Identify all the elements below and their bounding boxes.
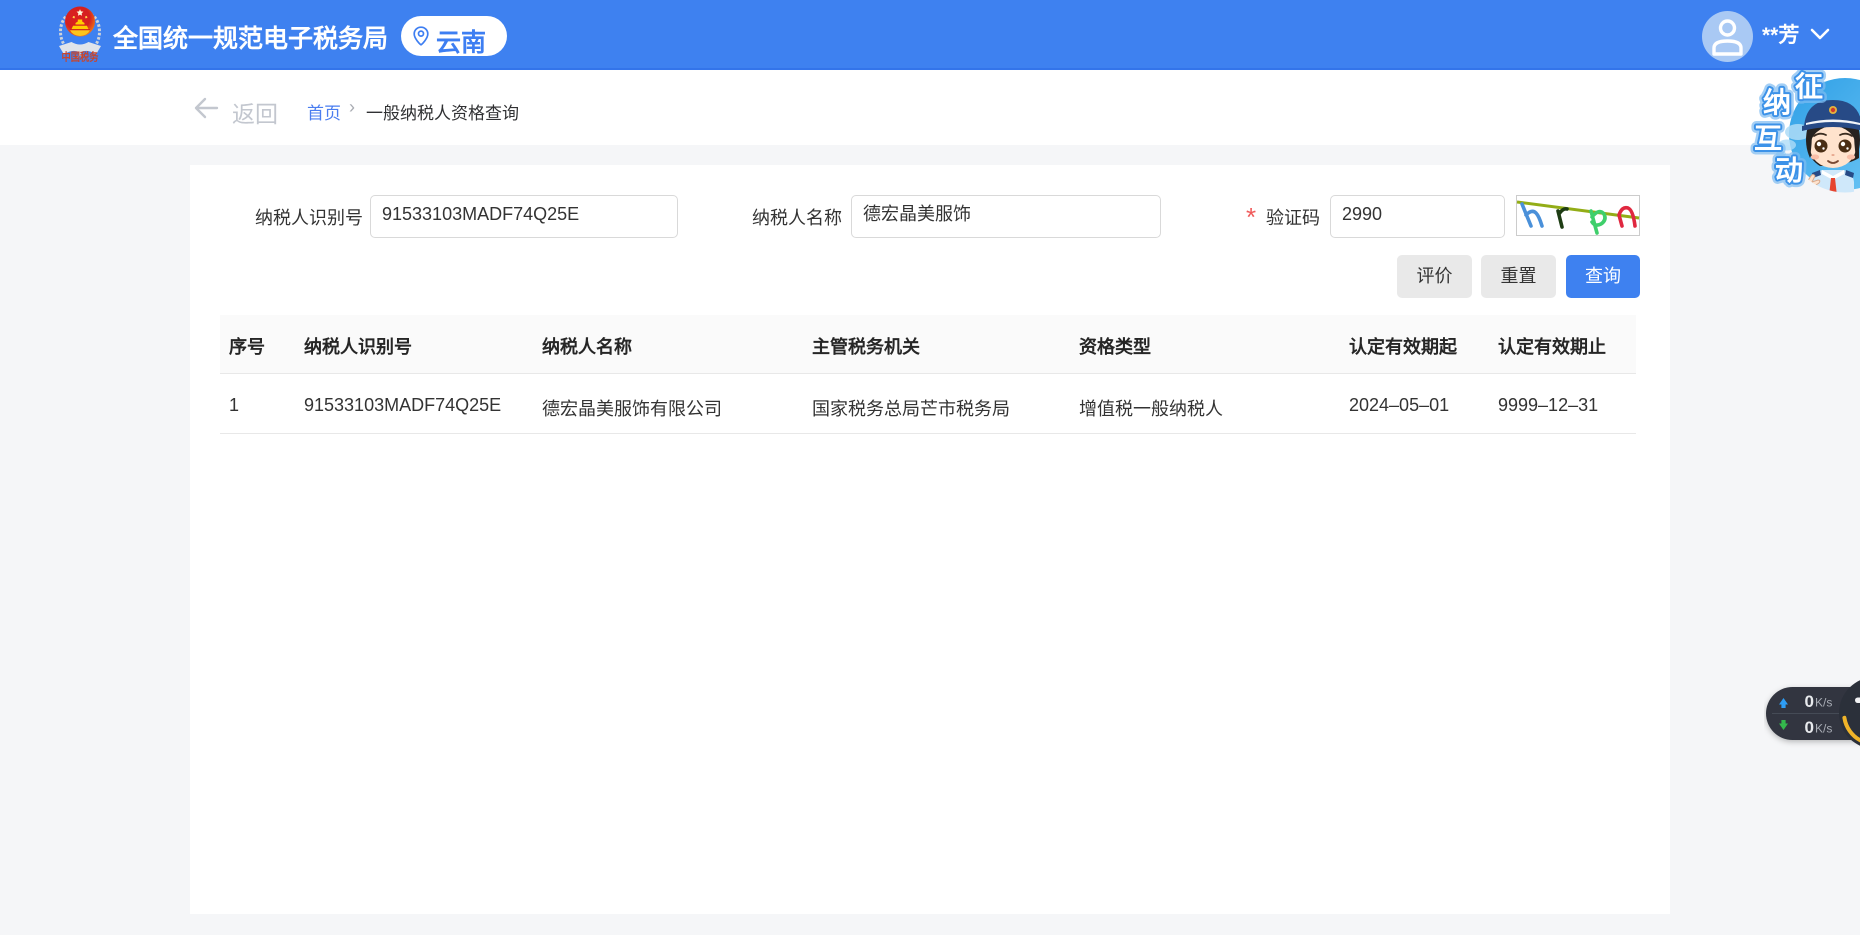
svg-text:中国税务: 中国税务 (62, 50, 100, 63)
svg-text:征: 征 (1795, 71, 1823, 102)
svg-text:K/s: K/s (1815, 722, 1832, 736)
svg-text:K/s: K/s (1815, 696, 1832, 710)
svg-text:纳: 纳 (1763, 86, 1791, 118)
svg-text:互: 互 (1754, 123, 1782, 154)
svg-text:动: 动 (1775, 155, 1803, 186)
svg-text:0: 0 (1805, 718, 1814, 737)
svg-text:0: 0 (1805, 692, 1814, 711)
